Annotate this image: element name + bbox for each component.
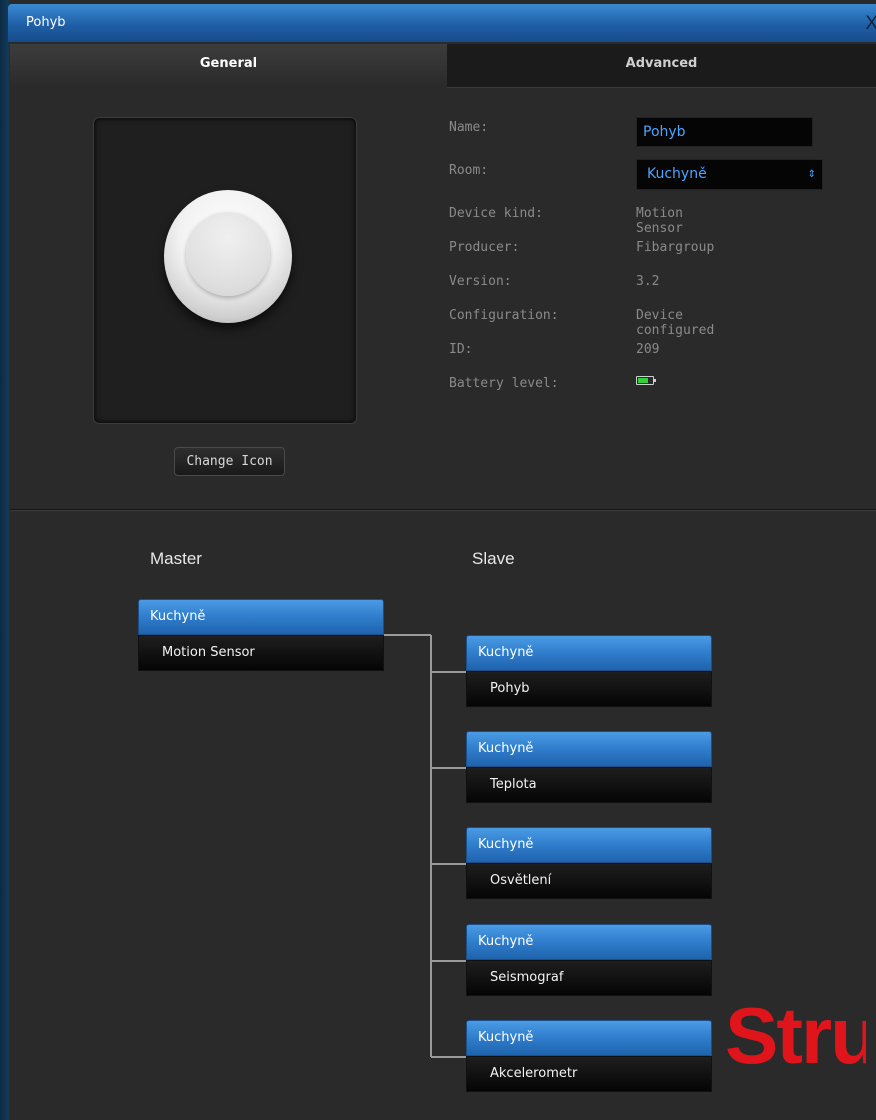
slave-node[interactable]: Kuchyně Teplota bbox=[466, 731, 712, 803]
master-node[interactable]: Kuchyně Motion Sensor bbox=[138, 599, 384, 671]
slave-node[interactable]: Kuchyně Seismograf bbox=[466, 924, 712, 996]
slave-node-device: Pohyb bbox=[466, 671, 712, 707]
slave-node-device: Teplota bbox=[466, 767, 712, 803]
master-node-device: Motion Sensor bbox=[138, 635, 384, 671]
slave-node-device: Akcelerometr bbox=[466, 1056, 712, 1092]
slave-node-room: Kuchyně bbox=[466, 827, 712, 863]
slave-node-device: Osvětlení bbox=[466, 863, 712, 899]
window-title: Pohyb bbox=[26, 15, 66, 30]
device-dialog: General Advanced Change Icon Name: Pohyb… bbox=[10, 42, 876, 1120]
slave-node-room: Kuchyně bbox=[466, 635, 712, 671]
slave-node-device: Seismograf bbox=[466, 960, 712, 996]
master-node-room: Kuchyně bbox=[138, 599, 384, 635]
slave-node[interactable]: Kuchyně Pohyb bbox=[466, 635, 712, 707]
window-titlebar: Pohyb X bbox=[8, 4, 876, 42]
slave-node-room: Kuchyně bbox=[466, 1020, 712, 1056]
slave-node[interactable]: Kuchyně Osvětlení bbox=[466, 827, 712, 899]
slave-node[interactable]: Kuchyně Akcelerometr bbox=[466, 1020, 712, 1092]
slave-node-room: Kuchyně bbox=[466, 731, 712, 767]
slave-node-room: Kuchyně bbox=[466, 924, 712, 960]
watermark-text: Stru bbox=[725, 991, 866, 1080]
hierarchy-connectors bbox=[384, 634, 466, 1058]
close-icon[interactable]: X bbox=[865, 13, 876, 35]
